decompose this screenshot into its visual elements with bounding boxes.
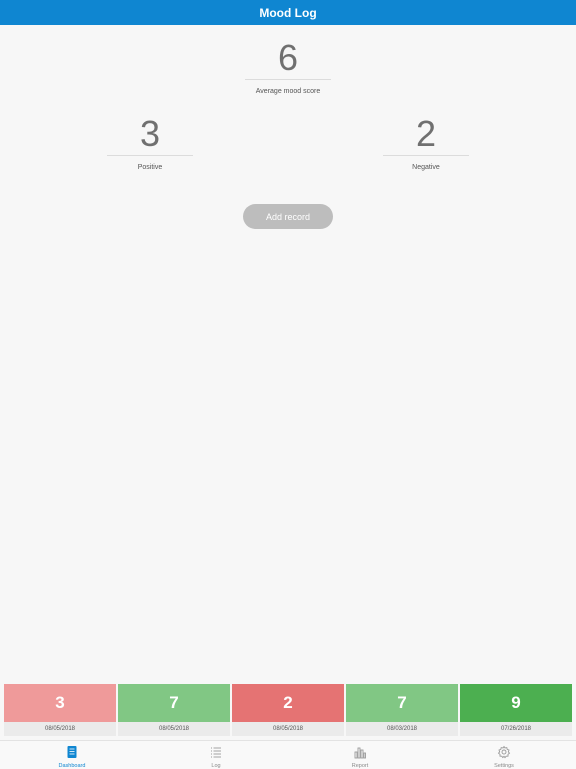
entry-card[interactable]: 7 08/03/2018 <box>346 684 458 736</box>
tab-label: Log <box>211 763 221 769</box>
tab-settings[interactable]: Settings <box>432 741 576 769</box>
page-title: Mood Log <box>259 5 317 20</box>
entry-score: 2 <box>232 684 344 722</box>
positive-stat: 3 Positive <box>106 114 194 171</box>
average-mood-label: Average mood score <box>255 88 321 95</box>
entry-date: 08/05/2018 <box>4 722 116 736</box>
entry-score: 3 <box>4 684 116 722</box>
entry-date: 08/05/2018 <box>232 722 344 736</box>
average-mood-value: 6 <box>277 37 299 78</box>
divider <box>245 79 331 80</box>
positive-value: 3 <box>139 113 161 154</box>
tab-dashboard[interactable]: Dashboard <box>0 741 144 769</box>
tab-label: Dashboard <box>58 763 86 769</box>
tab-bar: Dashboard Log Report Settings <box>0 740 576 769</box>
bar-chart-icon <box>354 747 366 759</box>
negative-stat: 2 Negative <box>382 114 470 171</box>
tab-report[interactable]: Report <box>288 741 432 769</box>
entry-date: 08/05/2018 <box>118 722 230 736</box>
add-record-button[interactable]: Add record <box>243 204 333 229</box>
entry-card[interactable]: 2 08/05/2018 <box>232 684 344 736</box>
average-mood-stat: 6 Average mood score <box>243 38 333 95</box>
negative-value: 2 <box>415 113 437 154</box>
entry-score: 7 <box>346 684 458 722</box>
entry-card[interactable]: 3 08/05/2018 <box>4 684 116 736</box>
entry-score: 7 <box>118 684 230 722</box>
entry-card[interactable]: 7 08/05/2018 <box>118 684 230 736</box>
entry-date: 07/26/2018 <box>460 722 572 736</box>
entry-date: 08/03/2018 <box>346 722 458 736</box>
entry-score: 9 <box>460 684 572 722</box>
gear-icon <box>497 745 511 759</box>
tab-label: Report <box>351 763 369 769</box>
tab-log[interactable]: Log <box>144 741 288 769</box>
positive-label: Positive <box>137 164 163 171</box>
negative-label: Negative <box>412 164 440 171</box>
divider <box>383 155 469 156</box>
divider <box>107 155 193 156</box>
list-icon <box>211 747 221 758</box>
app-header: Mood Log <box>0 0 576 25</box>
recent-entries: 3 08/05/2018 7 08/05/2018 2 08/05/2018 7… <box>4 684 572 736</box>
entry-card[interactable]: 9 07/26/2018 <box>460 684 572 736</box>
dashboard-icon <box>67 746 77 758</box>
tab-label: Settings <box>494 763 514 769</box>
